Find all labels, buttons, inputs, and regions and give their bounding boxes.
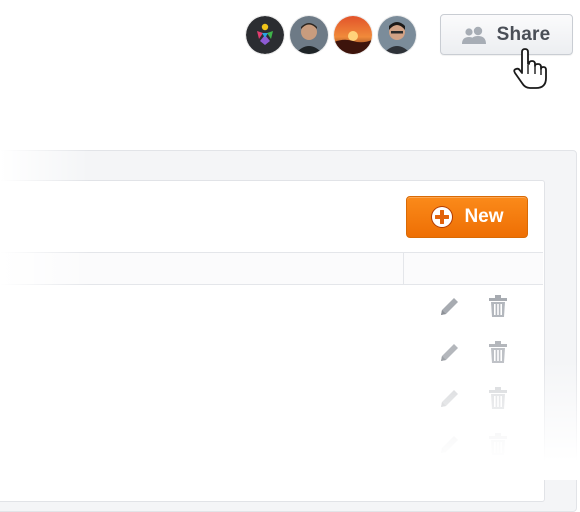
plus-circle-icon <box>431 206 454 228</box>
trash-icon[interactable] <box>487 386 509 410</box>
avatar-logo[interactable] <box>246 16 284 54</box>
pencil-icon[interactable] <box>438 386 460 410</box>
people-icon <box>461 26 486 44</box>
table-row <box>0 375 543 421</box>
new-button[interactable]: New <box>406 196 528 238</box>
table-row <box>0 421 543 467</box>
hand-cursor-icon <box>513 48 547 89</box>
table-row <box>0 283 543 329</box>
new-button-label: New <box>464 206 504 227</box>
pencil-icon[interactable] <box>438 340 460 364</box>
avatar-user-2[interactable] <box>334 16 372 54</box>
share-button-label: Share <box>496 23 551 45</box>
trash-icon[interactable] <box>487 294 509 318</box>
pencil-icon[interactable] <box>438 432 460 456</box>
share-button[interactable]: Share <box>440 14 573 55</box>
avatar-user-3[interactable] <box>378 16 416 54</box>
avatar-user-1[interactable] <box>290 16 328 54</box>
table-header <box>0 252 543 285</box>
table-row <box>0 329 543 375</box>
trash-icon[interactable] <box>487 340 509 364</box>
trash-icon[interactable] <box>487 432 509 456</box>
column-divider <box>403 253 404 284</box>
pencil-icon[interactable] <box>438 294 460 318</box>
